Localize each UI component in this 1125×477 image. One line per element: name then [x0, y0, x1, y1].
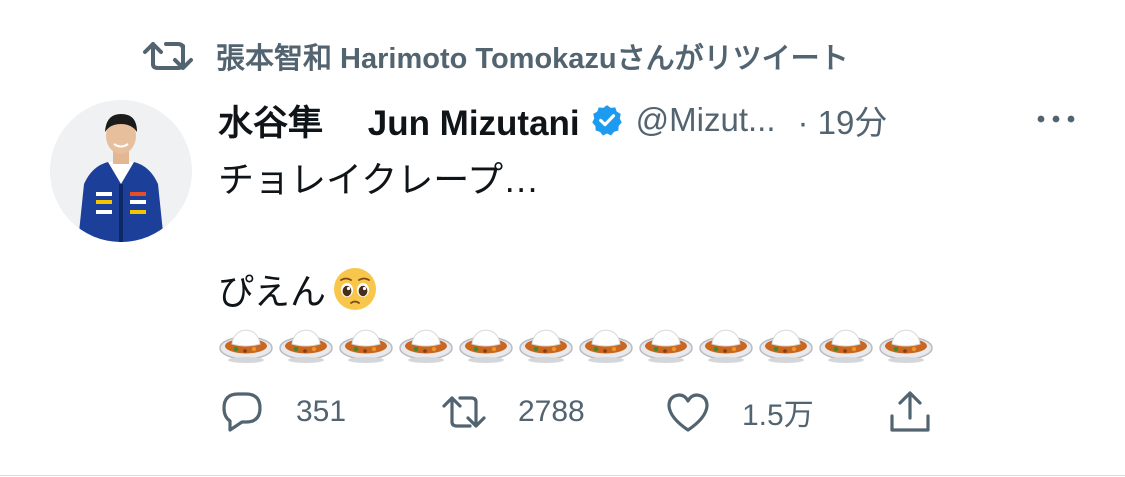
tweet-line-3: ぴえん — [218, 271, 327, 312]
tweet-line-1: チョレイクレープ… — [218, 159, 540, 200]
curry-rice-emoji-icon — [759, 329, 813, 363]
share-icon — [890, 391, 930, 432]
retweet-icon — [143, 42, 193, 70]
tweet-actions: 351 2788 1.5万 — [218, 384, 958, 440]
retweet-count: 2788 — [518, 395, 585, 428]
more-options-icon[interactable] — [1034, 104, 1078, 134]
like-count: 1.5万 — [742, 399, 814, 432]
retweet-button[interactable]: 2788 — [440, 384, 585, 440]
curry-rice-emoji-icon — [279, 329, 333, 363]
curry-rice-emoji-icon — [579, 329, 633, 363]
avatar[interactable] — [50, 100, 192, 242]
retweet-icon — [442, 396, 486, 428]
curry-rice-emoji-icon — [639, 329, 693, 363]
divider — [0, 475, 1125, 476]
share-button[interactable] — [886, 384, 934, 440]
curry-rice-emoji-icon — [879, 329, 933, 363]
tweet-text: チョレイクレープ… ぴえん — [218, 152, 1078, 320]
display-name[interactable]: 水谷隼 Jun Mizutani — [218, 95, 580, 146]
curry-rice-emoji-icon — [699, 329, 753, 363]
reply-button[interactable]: 351 — [218, 384, 346, 440]
curry-rice-emoji-icon — [519, 329, 573, 363]
curry-rice-emoji-icon — [339, 329, 393, 363]
reply-icon — [222, 392, 262, 432]
tweet-line-3-row: ぴえん — [218, 264, 1078, 320]
retweet-context[interactable]: 張本智和 Harimoto Tomokazuさんがリツイート — [140, 34, 849, 78]
curry-rice-emoji-icon — [459, 329, 513, 363]
curry-rice-emoji-icon — [819, 329, 873, 363]
reply-count: 351 — [296, 395, 347, 428]
curry-rice-emoji-icon — [219, 329, 273, 363]
heart-icon — [667, 393, 709, 432]
verified-badge-icon — [591, 105, 622, 136]
avatar-image — [50, 100, 192, 242]
curry-emoji-row — [218, 318, 934, 366]
tweet-header: 水谷隼 Jun Mizutani @Mizut... · 19分 — [218, 96, 1078, 144]
handle[interactable]: @Mizut... — [636, 101, 776, 139]
pleading-face-emoji-icon — [334, 268, 377, 310]
like-button[interactable]: 1.5万 — [664, 384, 814, 440]
timestamp[interactable]: · 19分 — [798, 96, 888, 144]
retweet-context-text[interactable]: 張本智和 Harimoto Tomokazuさんがリツイート — [216, 35, 849, 77]
curry-rice-emoji-icon — [399, 329, 453, 363]
